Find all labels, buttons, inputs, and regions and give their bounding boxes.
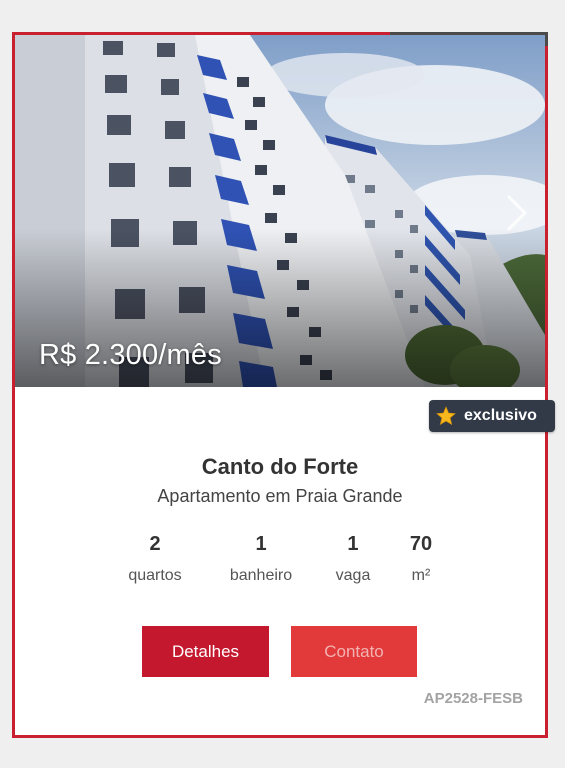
- building-photo-illustration: [15, 35, 545, 387]
- property-photo[interactable]: R$ 2.300/mês: [15, 35, 545, 387]
- feature-value: 70: [409, 533, 433, 555]
- feature-label: quartos: [128, 567, 182, 584]
- feature-area: 70 m²: [410, 533, 432, 585]
- listing-subtitle: Apartamento em Praia Grande: [157, 486, 403, 506]
- feature-vaga: 1 vaga: [336, 533, 371, 585]
- star-icon: [436, 406, 456, 426]
- listing-title: Canto do Forte: [201, 454, 359, 479]
- feature-list: 2 quartos 1 banheiro 1 vaga 70 m²: [123, 533, 443, 593]
- chevron-right-icon[interactable]: [503, 193, 531, 233]
- feature-value: 1: [347, 533, 359, 555]
- property-card: R$ 2.300/mês exclusivo Canto do Forte Ap…: [12, 32, 555, 738]
- feature-label: vaga: [335, 567, 371, 584]
- listing-price: R$ 2.300/mês: [39, 339, 222, 371]
- feature-banheiro: 1 banheiro: [230, 533, 292, 585]
- feature-quartos: 2 quartos: [128, 533, 181, 585]
- feature-label: banheiro: [229, 567, 293, 584]
- listing-code: AP2528-FESB: [423, 690, 523, 707]
- contact-button[interactable]: Contato: [291, 626, 417, 677]
- feature-value: 1: [255, 533, 267, 555]
- feature-label: m²: [411, 567, 431, 584]
- exclusive-badge-label: exclusivo: [464, 407, 537, 424]
- details-button[interactable]: Detalhes: [142, 626, 269, 677]
- exclusive-badge: exclusivo: [429, 400, 555, 432]
- feature-value: 2: [149, 533, 161, 555]
